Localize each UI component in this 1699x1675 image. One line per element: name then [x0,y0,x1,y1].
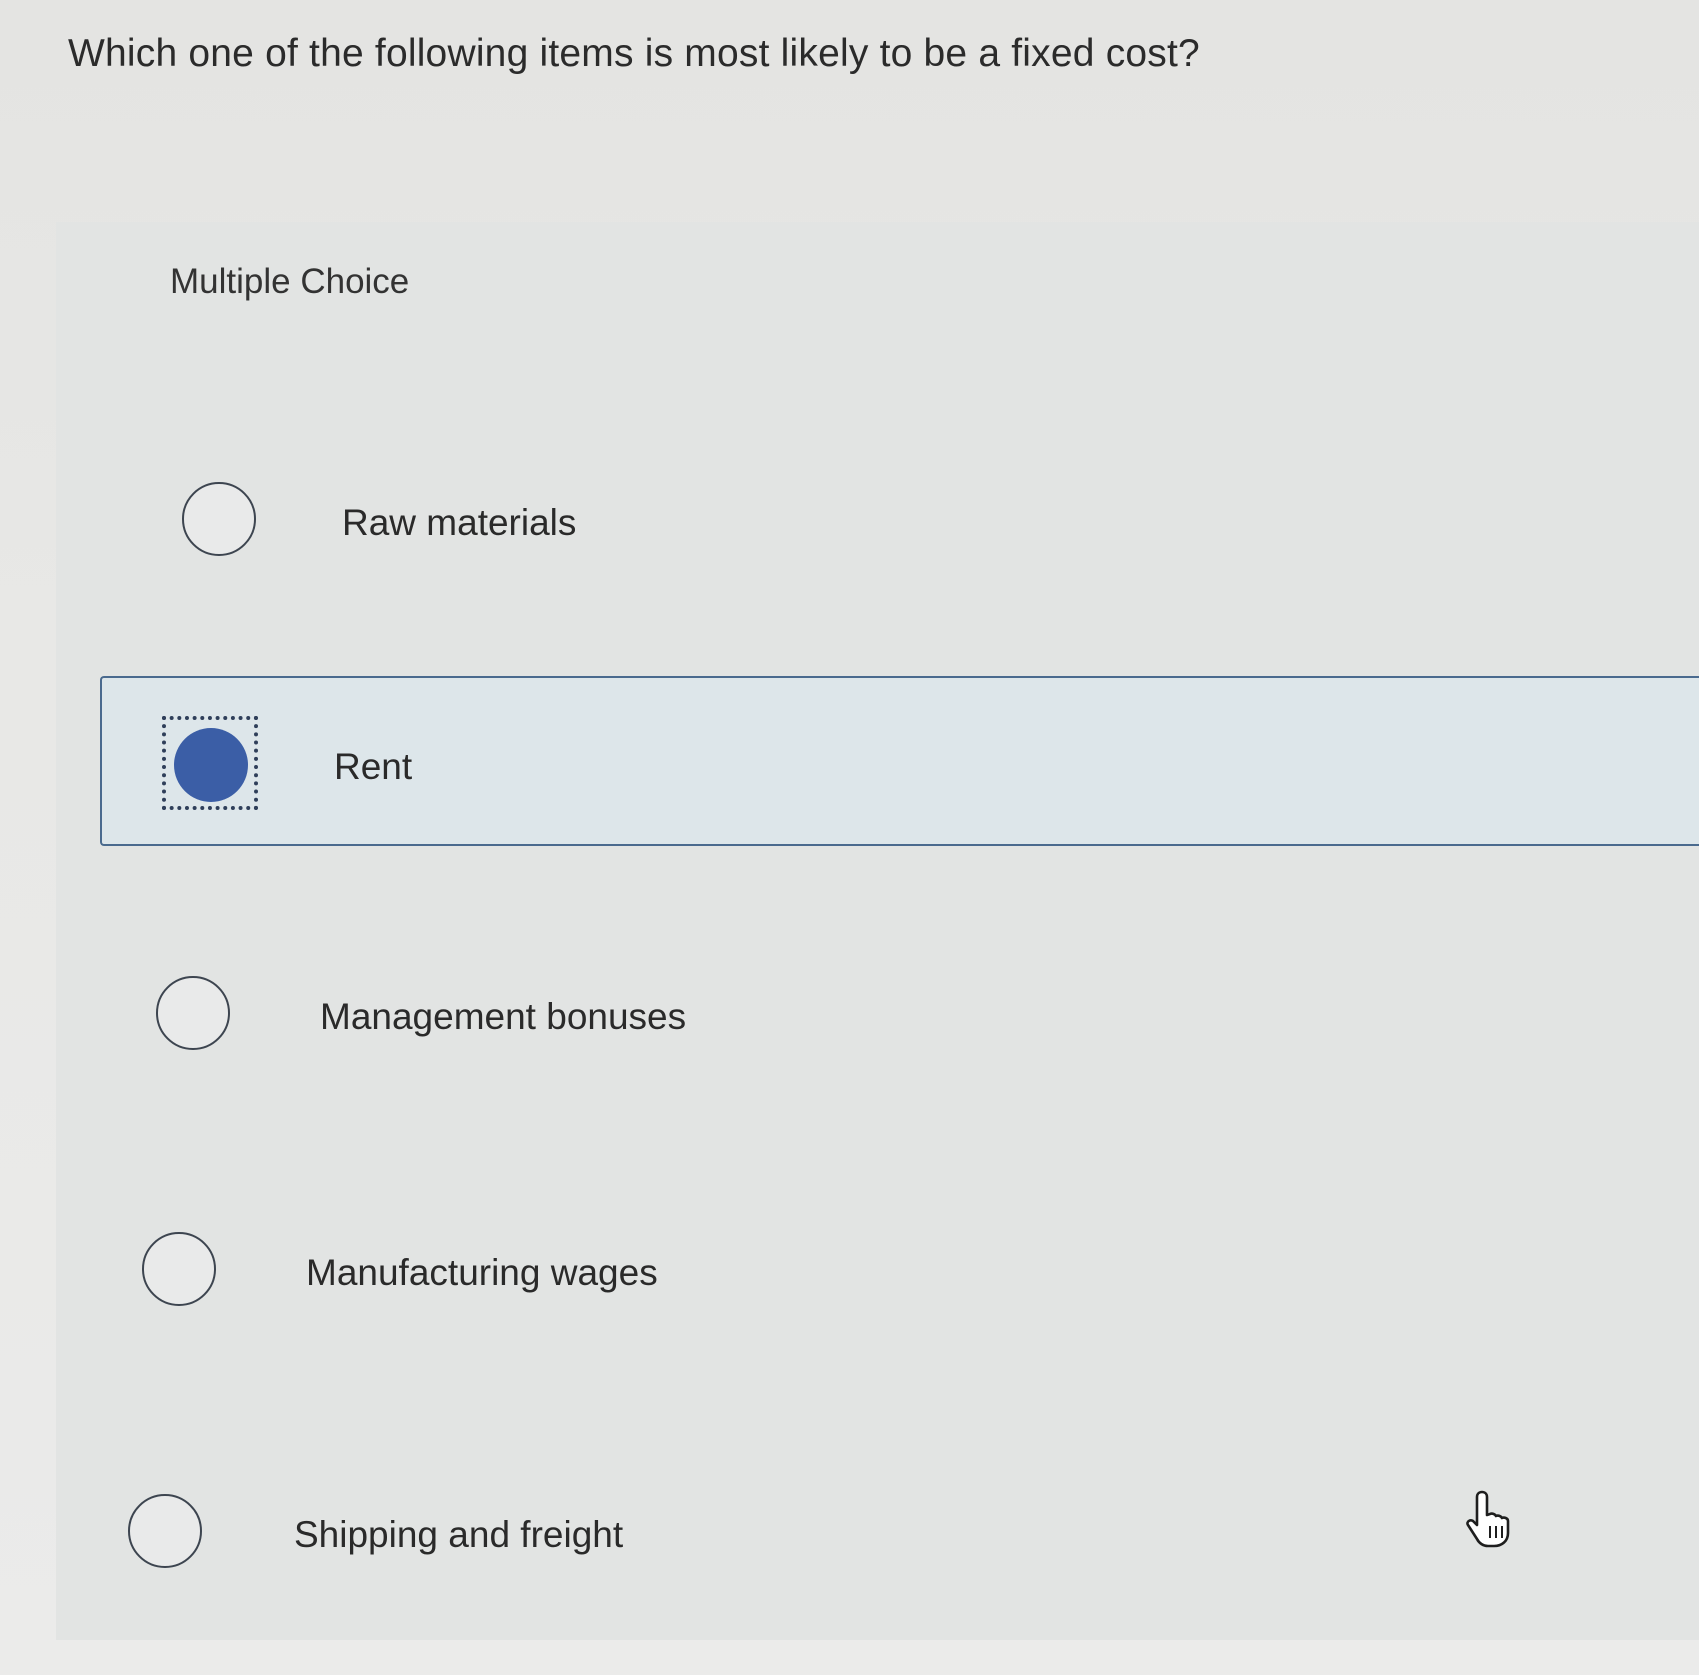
choice-label: Management bonuses [320,996,687,1037]
radio-button[interactable] [128,1494,202,1568]
choice-shipping-and-freight[interactable]: Shipping and freight [100,1456,1699,1626]
hand-pointer-icon [1466,1490,1510,1548]
radio-button-checked[interactable] [174,728,248,802]
question-type-label: Multiple Choice [170,262,410,301]
question-text: Which one of the following items is most… [68,32,1200,75]
choice-label: Shipping and freight [294,1514,624,1555]
radio-button[interactable] [156,976,230,1050]
choice-manufacturing-wages[interactable]: Manufacturing wages [100,1192,1699,1362]
choice-management-bonuses[interactable]: Management bonuses [100,936,1699,1106]
choice-raw-materials[interactable]: Raw materials [100,440,1699,610]
radio-button[interactable] [182,482,256,556]
multiple-choice-panel [56,222,1699,1640]
choice-label: Rent [334,746,413,787]
choice-rent[interactable]: Rent [100,676,1699,846]
radio-button[interactable] [142,1232,216,1306]
choice-label: Manufacturing wages [306,1252,658,1293]
choice-label: Raw materials [342,502,577,543]
